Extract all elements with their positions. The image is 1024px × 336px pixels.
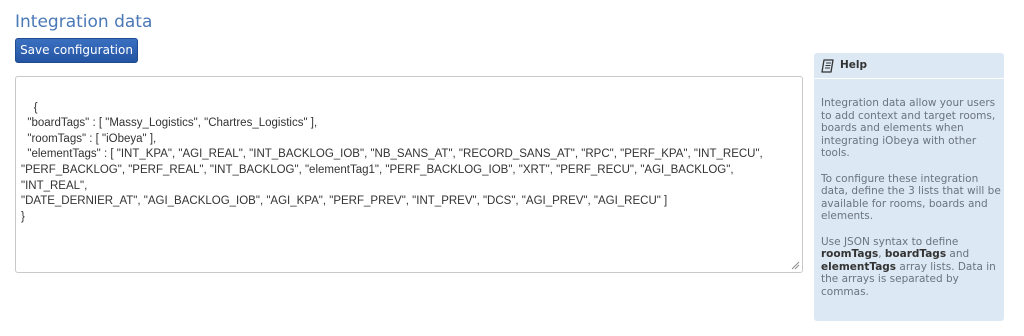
help-paragraph-configure: To configure these integration data, def… (821, 172, 1001, 223)
help-syntax-prefix: Use JSON syntax to define (821, 235, 959, 248)
help-key-elementtags: elementTags (821, 260, 897, 273)
page-title: Integration data (15, 12, 153, 32)
save-configuration-button[interactable]: Save configuration (15, 38, 138, 63)
integration-data-page: Integration data Save configuration { "b… (0, 0, 1024, 336)
integration-data-editor[interactable]: { "boardTags" : [ "Massy_Logistics", "Ch… (15, 76, 803, 273)
help-separator: , (878, 248, 885, 261)
book-icon (821, 59, 834, 73)
help-title: Help (840, 59, 868, 71)
help-key-roomtags: roomTags (821, 248, 879, 261)
editor-content[interactable]: { "boardTags" : [ "Massy_Logistics", "Ch… (21, 102, 763, 223)
help-body: Integration data allow your users to add… (821, 97, 1001, 311)
help-separator: and (946, 248, 970, 261)
help-paragraph-syntax: Use JSON syntax to define roomTags, boar… (821, 236, 1001, 299)
help-header: Help (814, 53, 1004, 79)
resize-grip-icon[interactable] (791, 261, 800, 270)
help-key-boardtags: boardTags (884, 248, 947, 261)
help-panel: Help Integration data allow your users t… (814, 53, 1004, 321)
help-paragraph-intro: Integration data allow your users to add… (821, 97, 996, 160)
